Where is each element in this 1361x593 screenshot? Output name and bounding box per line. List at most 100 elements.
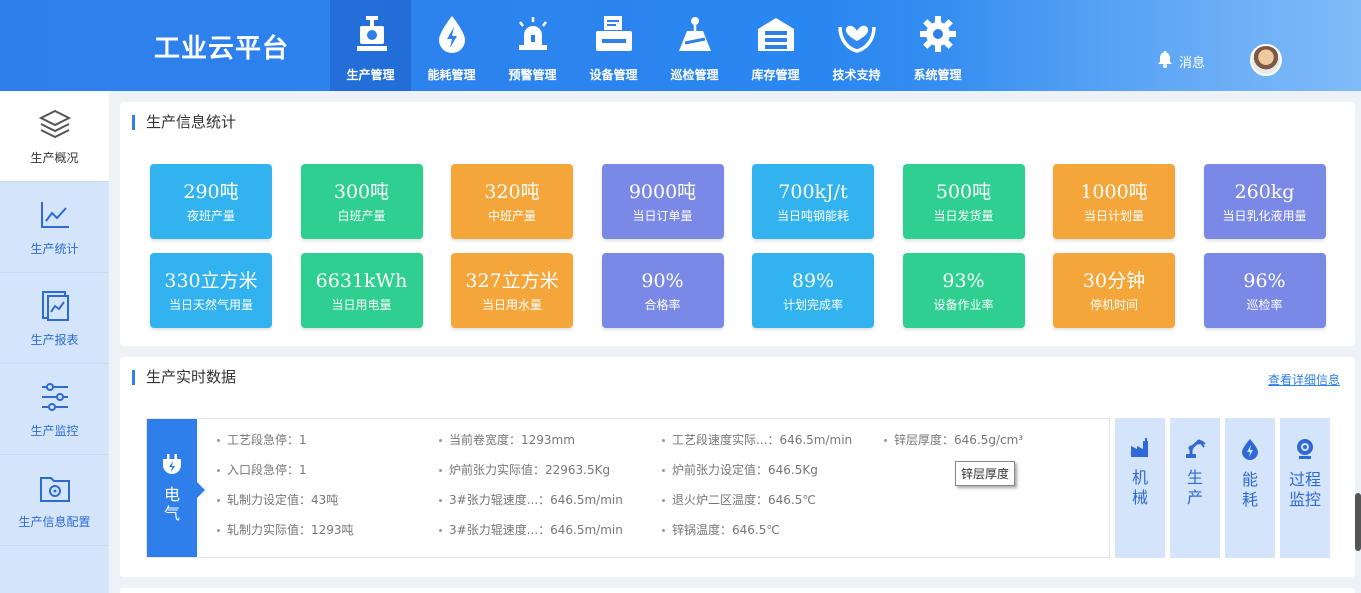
stat-label: 当日吨钢能耗 xyxy=(776,208,849,223)
nav-item-system[interactable]: 系统管理 xyxy=(897,0,978,91)
stat-value: 89% xyxy=(791,269,835,292)
nav-item-inspection[interactable]: 巡检管理 xyxy=(654,0,735,91)
stat-label: 当日计划量 xyxy=(1083,208,1144,223)
production-machine-icon xyxy=(351,14,391,54)
stats-grid: 290吨 夜班产量 300吨 白班产量 320吨 中班产量 9000吨 当日订单量 70… xyxy=(150,164,1326,328)
gear-icon xyxy=(918,14,958,54)
stat-value: 93% xyxy=(942,269,985,292)
data-cell: 炉前张力设定值：646.5Kg xyxy=(662,461,884,479)
stat-card: 330立方米 当日天然气用量 xyxy=(150,253,272,328)
stat-label: 合格率 xyxy=(644,297,681,312)
tab-electrical-label: 电气 xyxy=(163,485,180,523)
side-tab-process-monitor[interactable]: 过程 监控 xyxy=(1280,418,1330,558)
stat-label: 当日发货量 xyxy=(933,208,994,223)
line-chart-icon xyxy=(38,198,72,232)
stat-value: 9000吨 xyxy=(628,180,697,203)
sidebar-item-label: 生产统计 xyxy=(30,241,79,256)
stat-value: 1000吨 xyxy=(1080,180,1148,203)
stat-value: 30分钟 xyxy=(1082,269,1146,292)
nav-item-support[interactable]: 技术支持 xyxy=(816,0,897,91)
stat-card: 96% 巡检率 xyxy=(1203,253,1326,328)
message-label: 消息 xyxy=(1179,55,1206,71)
side-tab-label: 生 产 xyxy=(1186,468,1203,507)
machine-icon xyxy=(1129,438,1151,462)
stat-value: 327立方米 xyxy=(465,269,559,292)
nav-item-energy[interactable]: 能耗管理 xyxy=(411,0,492,91)
realtime-panel-title: 生产实时数据 xyxy=(132,370,236,385)
stat-card: 90% 合格率 xyxy=(601,253,724,328)
side-tab-energy[interactable]: 能 耗 xyxy=(1225,418,1275,558)
stat-label: 停机时间 xyxy=(1089,297,1138,312)
stat-card: 700kJ/t 当日吨钢能耗 xyxy=(752,164,874,239)
header-background-decoration xyxy=(941,0,1361,91)
sidebar-item-statistics[interactable]: 生产统计 xyxy=(0,182,109,273)
message-button[interactable]: 消息 xyxy=(1157,50,1205,72)
stats-panel-title: 生产信息统计 xyxy=(132,115,236,130)
stat-value: 500吨 xyxy=(935,180,992,203)
nav-item-production[interactable]: 生产管理 xyxy=(330,0,411,91)
hover-tooltip: 锌层厚度 xyxy=(955,461,1016,486)
sidebar-item-label: 生产概况 xyxy=(30,150,79,165)
stat-label: 夜班产量 xyxy=(186,208,235,223)
sidebar: 生产概况 生产统计 生产报表 生产监控 生产信息配置 xyxy=(0,91,109,593)
sidebar-item-monitor[interactable]: 生产监控 xyxy=(0,364,109,455)
inspection-road-icon xyxy=(675,14,715,54)
stat-value: 320吨 xyxy=(484,180,540,203)
data-cell: 轧制力实际值：1293吨 xyxy=(217,521,439,539)
stat-card: 1000吨当日计划量 xyxy=(1053,164,1175,239)
stat-label: 白班产量 xyxy=(337,208,386,223)
sidebar-item-config[interactable]: 生产信息配置 xyxy=(0,455,109,546)
data-cell: 工艺段急停：1 xyxy=(217,431,439,449)
stat-label: 巡检率 xyxy=(1246,297,1283,312)
scrollbar-thumb[interactable] xyxy=(1355,493,1361,551)
app-title: 工业云平台 xyxy=(154,34,290,64)
device-printer-icon xyxy=(594,14,634,54)
stat-label: 当日乳化液用量 xyxy=(1222,208,1307,223)
sidebar-item-label: 生产信息配置 xyxy=(18,514,91,529)
nav-item-alarm[interactable]: 预警管理 xyxy=(492,0,573,91)
stat-card: 93% 设备作业率 xyxy=(902,253,1025,328)
sidebar-item-label: 生产报表 xyxy=(30,332,79,347)
energy-drop-icon xyxy=(432,14,472,54)
data-cell: 锌锅温度：646.5℃ xyxy=(662,521,884,539)
data-cell: 工艺段速度实际...：646.5m/min xyxy=(662,431,884,449)
stat-label: 中班产量 xyxy=(487,208,536,223)
stat-label: 设备作业率 xyxy=(933,297,994,312)
nav-item-device[interactable]: 设备管理 xyxy=(573,0,654,91)
stat-label: 当日订单量 xyxy=(632,208,693,223)
stat-value: 290吨 xyxy=(183,180,239,203)
user-avatar[interactable] xyxy=(1250,44,1282,76)
sidebar-item-report[interactable]: 生产报表 xyxy=(0,273,109,364)
sidebar-item-overview[interactable]: 生产概况 xyxy=(0,91,109,182)
nav-item-warehouse[interactable]: 库存管理 xyxy=(735,0,816,91)
stat-card: 327立方米 当日用水量 xyxy=(451,253,573,328)
tab-electrical[interactable]: 电气 xyxy=(147,419,205,557)
data-cell: 3#张力辊速度...：646.5m/min xyxy=(439,521,662,539)
view-details-link[interactable]: 查看详细信息 xyxy=(1268,371,1340,388)
nav-label: 技术支持 xyxy=(832,68,881,82)
stat-card: 9000吨当日订单量 xyxy=(601,164,724,239)
data-cell: 退火炉二区温度：646.5℃ xyxy=(662,491,884,509)
stat-value: 90% xyxy=(641,269,684,292)
main-nav: 生产管理 能耗管理 预警管理 设备管理 巡检管理 库存管理 技术支持 系统管理 xyxy=(330,0,978,91)
report-icon xyxy=(38,289,72,323)
folder-settings-icon xyxy=(38,471,72,505)
sliders-icon xyxy=(38,380,72,414)
nav-label: 巡检管理 xyxy=(670,68,719,82)
side-tab-label: 机 械 xyxy=(1131,468,1148,507)
top-header: 工业云平台 生产管理 能耗管理 预警管理 设备管理 巡检管理 库存管理 技术支持… xyxy=(0,0,1361,91)
stat-label: 当日用电量 xyxy=(331,297,392,312)
bell-icon xyxy=(1157,50,1173,72)
data-cell: 3#张力辊速度...：646.5m/min xyxy=(439,491,662,509)
stat-value: 6631kWh xyxy=(315,269,408,292)
side-tab-machinery[interactable]: 机 械 xyxy=(1115,418,1165,558)
side-tab-label: 过程 监控 xyxy=(1288,470,1321,509)
nav-label: 能耗管理 xyxy=(427,68,476,82)
side-tab-production[interactable]: 生 产 xyxy=(1170,418,1220,558)
support-heart-icon xyxy=(837,14,877,54)
stat-card: 260kg 当日乳化液用量 xyxy=(1203,164,1326,239)
data-cell: 轧制力设定值：43吨 xyxy=(217,491,439,509)
nav-label: 设备管理 xyxy=(589,68,638,82)
data-cell-empty xyxy=(884,491,1114,509)
realtime-panel: 生产实时数据 查看详细信息 电气 工艺段急停：1 当前卷宽度：1293mm 工艺… xyxy=(120,357,1355,577)
